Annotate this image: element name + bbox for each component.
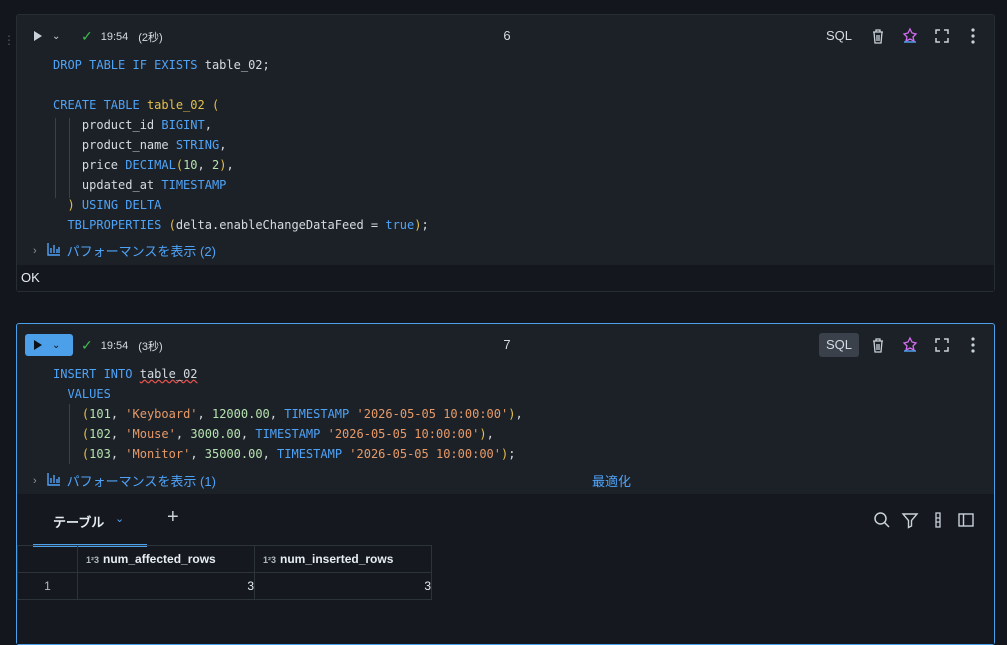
column-header[interactable]: 1²3 num_affected_rows	[77, 545, 255, 573]
cell-toolbar: ⌄ ✓ 19:54 (2秒) 6 SQL	[17, 15, 994, 57]
run-status: ✓ 19:54 (2秒)	[81, 28, 163, 45]
trash-icon[interactable]	[868, 26, 888, 46]
chart-bars-icon	[46, 242, 61, 259]
output-text: OK	[21, 270, 40, 285]
table-row: 1 3 3	[17, 572, 432, 600]
table-header-row: 1²3 num_affected_rows 1²3 num_inserted_row…	[17, 545, 432, 573]
run-duration: (2秒)	[138, 31, 163, 44]
language-button[interactable]: SQL	[819, 24, 859, 48]
cell-toolbar: ⌄ ✓ 19:54 (3秒) 7 SQL	[17, 324, 994, 366]
performance-toggle[interactable]: › パフォーマンスを表示 (2)	[33, 241, 216, 260]
performance-toggle[interactable]: › パフォーマンスを表示 (1)	[33, 471, 216, 490]
chevron-right-icon: ›	[33, 474, 37, 487]
cell-output: OK	[17, 265, 994, 291]
expand-icon[interactable]	[932, 335, 952, 355]
table-cell[interactable]: 3	[254, 572, 432, 600]
run-time: 19:54	[100, 30, 129, 43]
run-duration: (3秒)	[138, 340, 163, 353]
assistant-icon[interactable]	[900, 26, 920, 46]
row-number: 1	[17, 572, 78, 600]
notebook-cell-7[interactable]: ⌄ ✓ 19:54 (3秒) 7 SQL INSERT INTO table_0…	[16, 323, 995, 645]
run-cell-button[interactable]: ⌄	[25, 334, 73, 356]
chart-bars-icon	[46, 472, 61, 489]
panel-icon[interactable]	[957, 511, 975, 529]
add-visualization-button[interactable]: +	[167, 506, 179, 529]
results-panel: テーブル ⌄ + 1²3 num_affected_rows 1²3 num_ins…	[17, 494, 994, 644]
assistant-icon[interactable]	[900, 335, 920, 355]
play-icon	[34, 340, 42, 350]
run-time: 19:54	[100, 339, 129, 352]
code-editor[interactable]: INSERT INTO table_02 VALUES (101, 'Keybo…	[53, 364, 523, 464]
column-settings-icon[interactable]	[929, 511, 947, 529]
results-table: 1²3 num_affected_rows 1²3 num_inserted_row…	[17, 545, 432, 600]
run-status: ✓ 19:54 (3秒)	[81, 337, 163, 354]
chevron-down-icon: ⌄	[52, 339, 61, 351]
column-header-label: num_inserted_rows	[280, 552, 394, 566]
integer-type-icon: 1²3	[86, 555, 100, 565]
check-icon: ✓	[81, 337, 93, 353]
tab-table-label: テーブル	[53, 515, 105, 530]
trash-icon[interactable]	[868, 335, 888, 355]
drag-handle-icon[interactable]: ⋮	[3, 33, 15, 47]
performance-label: パフォーマンスを表示 (1)	[66, 474, 216, 489]
chevron-down-icon[interactable]: ⌄	[115, 512, 124, 525]
column-header-label: num_affected_rows	[103, 552, 216, 566]
notebook-cell-6[interactable]: ⋮ ⌄ ✓ 19:54 (2秒) 6 SQL DROP TABLE IF EXI…	[3, 14, 995, 292]
tab-table[interactable]: テーブル ⌄	[33, 494, 147, 547]
search-icon[interactable]	[873, 511, 891, 529]
cell-number: 6	[503, 28, 511, 43]
table-cell[interactable]: 3	[77, 572, 255, 600]
optimize-link[interactable]: 最適化	[592, 471, 631, 490]
performance-label: パフォーマンスを表示 (2)	[66, 244, 216, 259]
column-header[interactable]: 1²3 num_inserted_rows	[254, 545, 432, 573]
expand-icon[interactable]	[932, 26, 952, 46]
filter-icon[interactable]	[901, 511, 919, 529]
integer-type-icon: 1²3	[263, 555, 277, 565]
cell-number: 7	[503, 337, 511, 352]
kebab-menu-icon[interactable]	[963, 335, 983, 355]
play-icon	[34, 31, 42, 41]
chevron-right-icon: ›	[33, 244, 37, 257]
language-button[interactable]: SQL	[819, 333, 859, 357]
row-number-header	[17, 545, 78, 573]
chevron-down-icon: ⌄	[52, 30, 61, 42]
code-editor[interactable]: DROP TABLE IF EXISTS table_02; CREATE TA…	[53, 55, 429, 235]
run-cell-button[interactable]: ⌄	[25, 25, 73, 47]
check-icon: ✓	[81, 28, 93, 44]
kebab-menu-icon[interactable]	[963, 26, 983, 46]
